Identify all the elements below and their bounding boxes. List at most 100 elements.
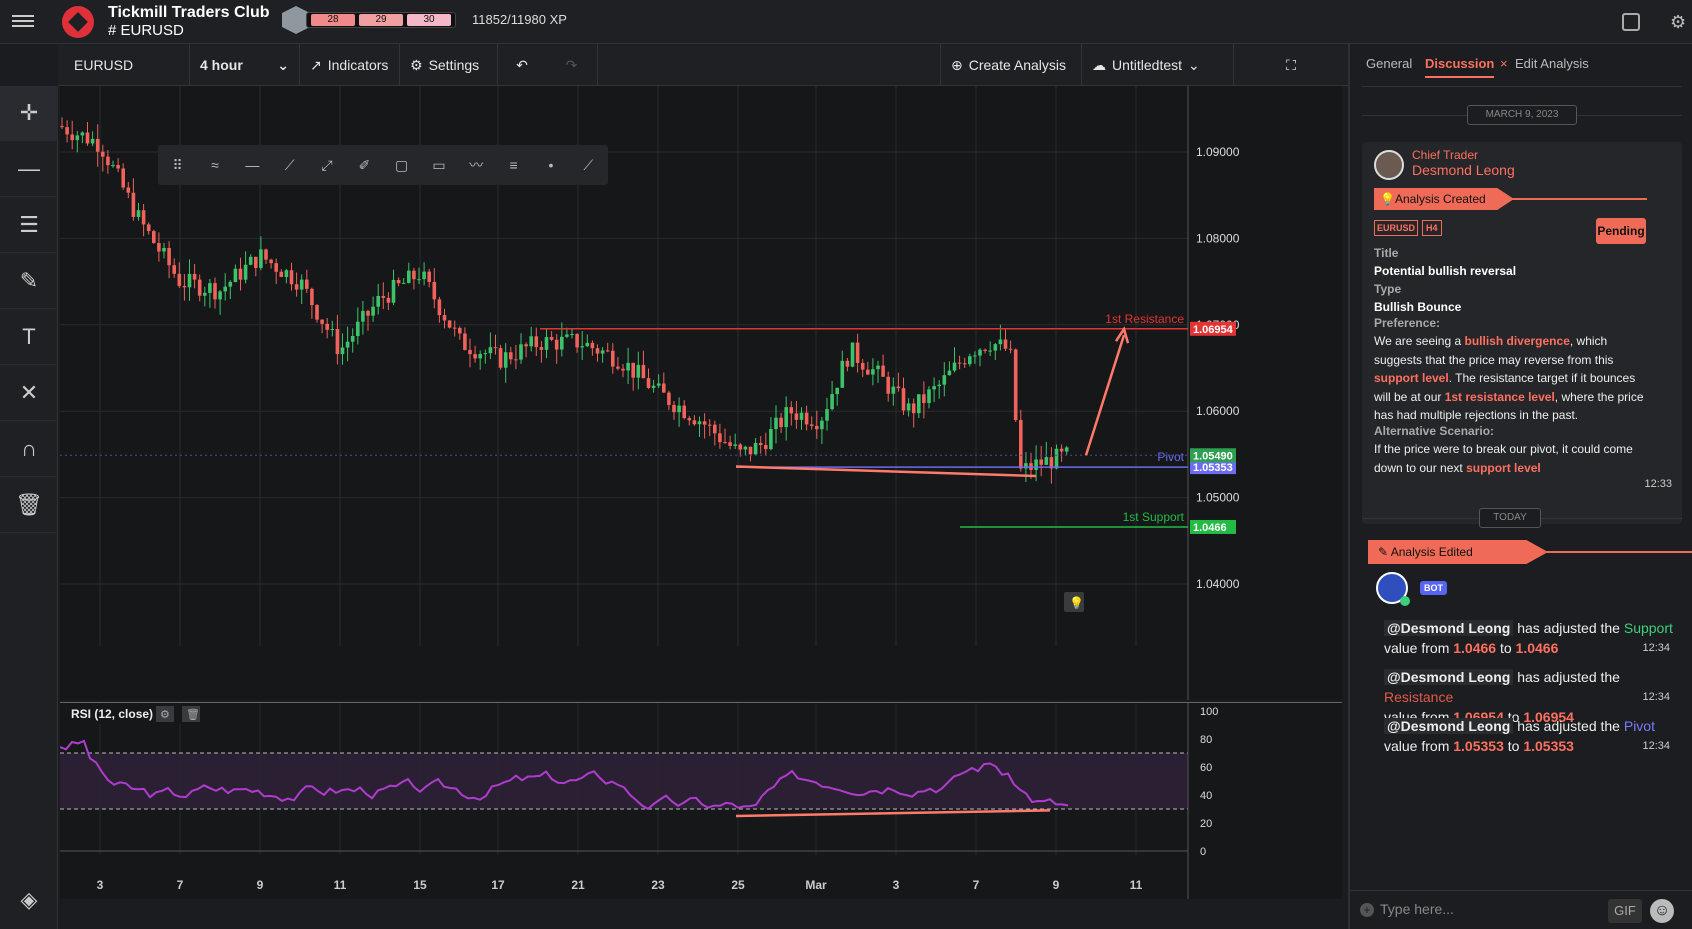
line-icon: — (18, 156, 40, 181)
date-tick: 7 (973, 878, 980, 892)
status-badge: Pending (1596, 218, 1646, 244)
rsi-tick: 100 (1200, 706, 1218, 718)
indicators-button[interactable]: ↗ Indicators (300, 44, 400, 86)
widgets-icon[interactable] (1622, 13, 1640, 31)
xp-progress-bar: 28 29 30 (306, 12, 456, 28)
online-status-icon (1400, 596, 1410, 606)
layers-button[interactable]: ◈ (0, 872, 58, 927)
menu-icon[interactable] (12, 12, 34, 30)
type-label: Type (1374, 282, 1402, 296)
date-divider: TODAY (1479, 508, 1541, 528)
create-analysis-button[interactable]: ⊕ Create Analysis (940, 44, 1082, 86)
date-tick: 7 (177, 878, 184, 892)
author-name[interactable]: Desmond Leong (1412, 162, 1515, 178)
fib-lines-icon[interactable]: ≡ (502, 153, 525, 177)
analysis-created-label: Analysis Created (1394, 192, 1486, 206)
fib-tool[interactable]: ☰ (0, 198, 58, 253)
user-mention[interactable]: @Desmond Leong (1384, 620, 1514, 636)
gif-button[interactable]: GIF (1608, 899, 1642, 923)
rectangle-icon[interactable]: ▢ (390, 153, 413, 177)
banner-line (1507, 198, 1647, 200)
extended-line-icon[interactable]: ⤢ (315, 153, 338, 177)
level-name: 1st Support (1123, 510, 1185, 524)
svg-text:💡: 💡 (1069, 596, 1084, 610)
chart-toolbar: EURUSD 4 hour ⌄ ↗ Indicators ⚙ Settings ↶ ↷… (58, 44, 1348, 86)
delete-tool[interactable]: 🗑 (0, 478, 58, 533)
bot-message: @Desmond Leong has adjusted the Support v… (1384, 620, 1673, 656)
drawing-toolbar: ⠿ ≈ — ⟋ ⤢ ✐ ▢ ▭ 〰 ≡ • ⟋ (158, 145, 608, 185)
date-tick: 21 (571, 878, 585, 892)
date-tick: Mar (805, 878, 827, 892)
close-icon[interactable]: × (1500, 56, 1508, 71)
message-input[interactable]: Type here... (1380, 901, 1604, 921)
layout-select[interactable]: ☁ Untitledtest ⌄ (1082, 44, 1234, 86)
crosshair-icon: ✛ (19, 100, 39, 125)
gear-icon[interactable]: ⚙ (1670, 12, 1686, 33)
settings-button[interactable]: ⚙ Settings (400, 44, 498, 86)
redo-button[interactable]: ↷ (546, 44, 598, 86)
timestamp: 12:34 (1642, 740, 1670, 752)
timestamp: 12:34 (1642, 642, 1670, 654)
level-price-label: 1.05353 (1193, 462, 1233, 474)
add-attachment-icon[interactable]: + (1360, 903, 1374, 917)
brush-tool[interactable]: ✎ (0, 254, 58, 309)
timestamp: 12:34 (1642, 691, 1670, 703)
user-mention[interactable]: @Desmond Leong (1384, 718, 1514, 734)
level-price-label: 1.0466 (1193, 522, 1227, 534)
author-role: Chief Trader (1412, 148, 1479, 162)
preference-text: We are seeing a bullish divergence, whic… (1374, 334, 1644, 422)
level-name: 1st Resistance (1105, 312, 1184, 326)
tab-discussion[interactable]: Discussion (1425, 56, 1495, 78)
rsi-pane[interactable]: 100 80 60 40 20 0 RSI (12, close) ⚙ 🗑 (60, 702, 1342, 872)
plus-circle-icon: ⊕ (951, 56, 963, 73)
crosshair-tool[interactable]: ✛ (0, 86, 58, 141)
pattern-tool[interactable]: ✕ (0, 366, 58, 421)
interval-select[interactable]: 4 hour ⌄ (190, 44, 300, 86)
chart-line-icon: ↗ (310, 56, 322, 73)
alternative-label: Alternative Scenario: (1374, 424, 1495, 438)
date-tick: 3 (97, 878, 104, 892)
club-logo (62, 6, 94, 38)
pen-icon[interactable]: ✐ (353, 153, 376, 177)
gear-icon: ⚙ (410, 56, 423, 73)
undo-button[interactable]: ↶ (498, 44, 546, 86)
text-tool[interactable]: T (0, 310, 58, 365)
diagonal-line-icon[interactable]: ⟋ (577, 153, 600, 177)
tab-general[interactable]: General (1366, 56, 1412, 71)
chevron-down-icon: ⌄ (1188, 56, 1200, 73)
date-tick: 11 (334, 878, 347, 892)
ray-icon[interactable]: ⟋ (278, 153, 301, 177)
trend-tool-icon[interactable]: ≈ (203, 153, 226, 177)
fullscreen-button[interactable]: ⛶ (1234, 44, 1348, 86)
dot-icon[interactable]: • (539, 153, 562, 177)
xp-level: 30 (407, 14, 451, 26)
room-name: # EURUSD (108, 22, 184, 39)
symbol-button[interactable]: EURUSD (58, 44, 190, 86)
date-tick: 9 (1053, 878, 1060, 892)
emoji-icon[interactable]: ☺ (1650, 899, 1674, 923)
line-tool[interactable]: — (0, 142, 58, 197)
interval-label: 4 hour (200, 57, 243, 73)
xp-level: 28 (311, 14, 355, 26)
magnet-tool[interactable]: ∩ (0, 422, 58, 477)
callout-icon[interactable]: ▭ (427, 153, 450, 177)
user-mention[interactable]: @Desmond Leong (1384, 669, 1514, 685)
avatar (1374, 150, 1404, 180)
drag-handle-icon[interactable]: ⠿ (166, 153, 189, 177)
tab-edit-analysis[interactable]: Edit Analysis (1515, 56, 1589, 71)
message-composer: + Type here... GIF ☺ (1350, 890, 1692, 929)
analysis-edited-label: Analysis Edited (1390, 545, 1473, 559)
svg-text:⚙: ⚙ (160, 709, 170, 721)
redo-icon: ↷ (565, 56, 578, 73)
h-line-icon[interactable]: — (241, 153, 264, 177)
date-tick: 17 (491, 878, 505, 892)
path-icon[interactable]: 〰 (465, 153, 488, 177)
preference-label: Preference: (1374, 316, 1441, 330)
layers-icon: ◈ (20, 886, 38, 912)
price-tick: 1.05000 (1196, 491, 1240, 505)
date-divider: MARCH 9, 2023 (1467, 105, 1577, 125)
analysis-card: Chief Trader Desmond Leong 💡Analysis Cre… (1362, 142, 1682, 524)
last-price-label: 1.05490 (1193, 450, 1233, 462)
rsi-label: RSI (12, close) (71, 707, 153, 721)
lightbulb-icon: 💡 (1380, 192, 1395, 206)
